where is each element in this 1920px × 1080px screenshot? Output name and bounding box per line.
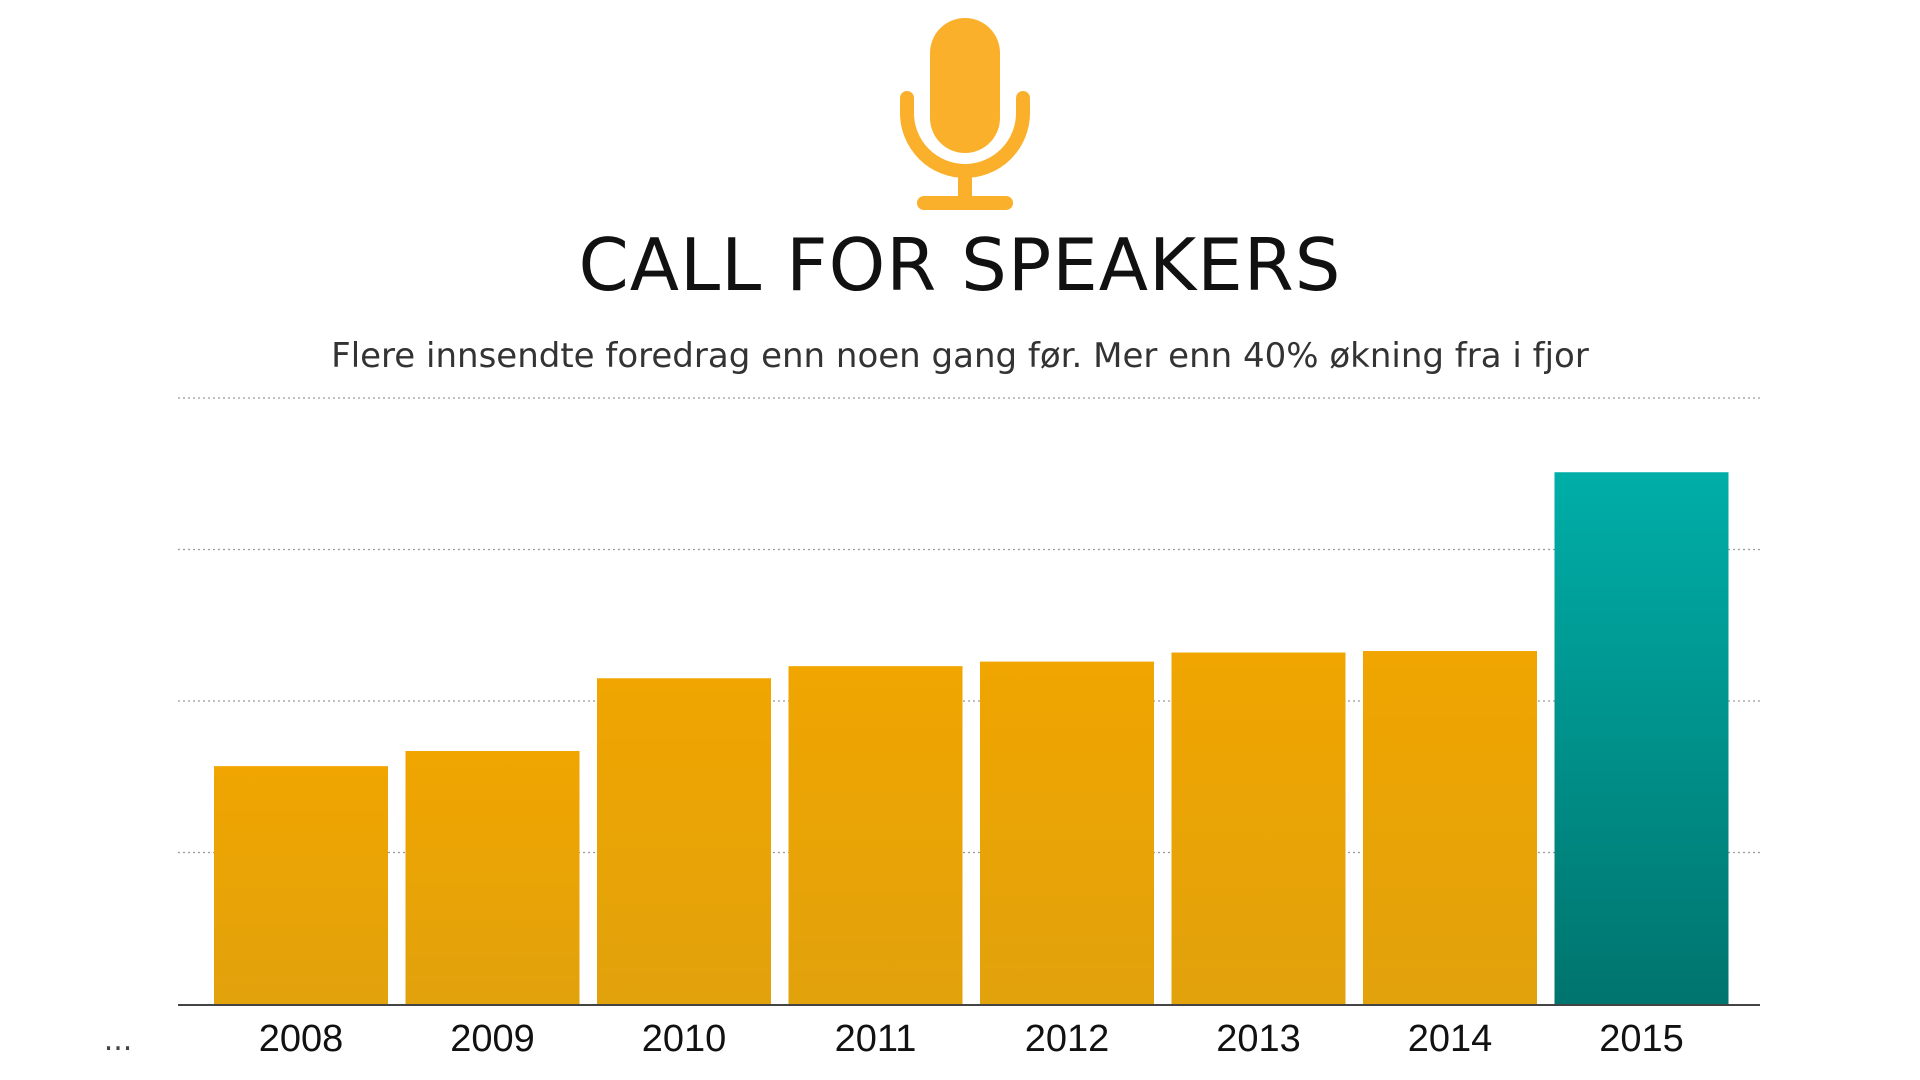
bar-2011 xyxy=(788,666,963,1004)
bar-chart: 2008 2009 2010 2011 2012 2013 2014 2015 ... xyxy=(104,397,1760,1060)
bar-2010 xyxy=(597,678,771,1004)
bar-2015 xyxy=(1554,472,1729,1004)
x-tick-label: 2013 xyxy=(1216,1018,1301,1060)
bar-2012 xyxy=(980,661,1154,1004)
bar-2014 xyxy=(1363,651,1537,1004)
x-tick-label: 2008 xyxy=(259,1018,344,1060)
x-tick-label: 2009 xyxy=(450,1018,535,1060)
bar-2013 xyxy=(1171,652,1346,1004)
leading-ellipsis: ... xyxy=(104,1023,133,1058)
x-tick-label: 2014 xyxy=(1408,1018,1493,1060)
bar-2008 xyxy=(214,766,388,1004)
x-tick-label: 2010 xyxy=(642,1018,727,1060)
x-tick-label: 2011 xyxy=(835,1018,917,1060)
bar-2009 xyxy=(405,750,580,1004)
x-tick-label: 2015 xyxy=(1599,1018,1684,1060)
x-tick-label: 2012 xyxy=(1025,1018,1110,1060)
